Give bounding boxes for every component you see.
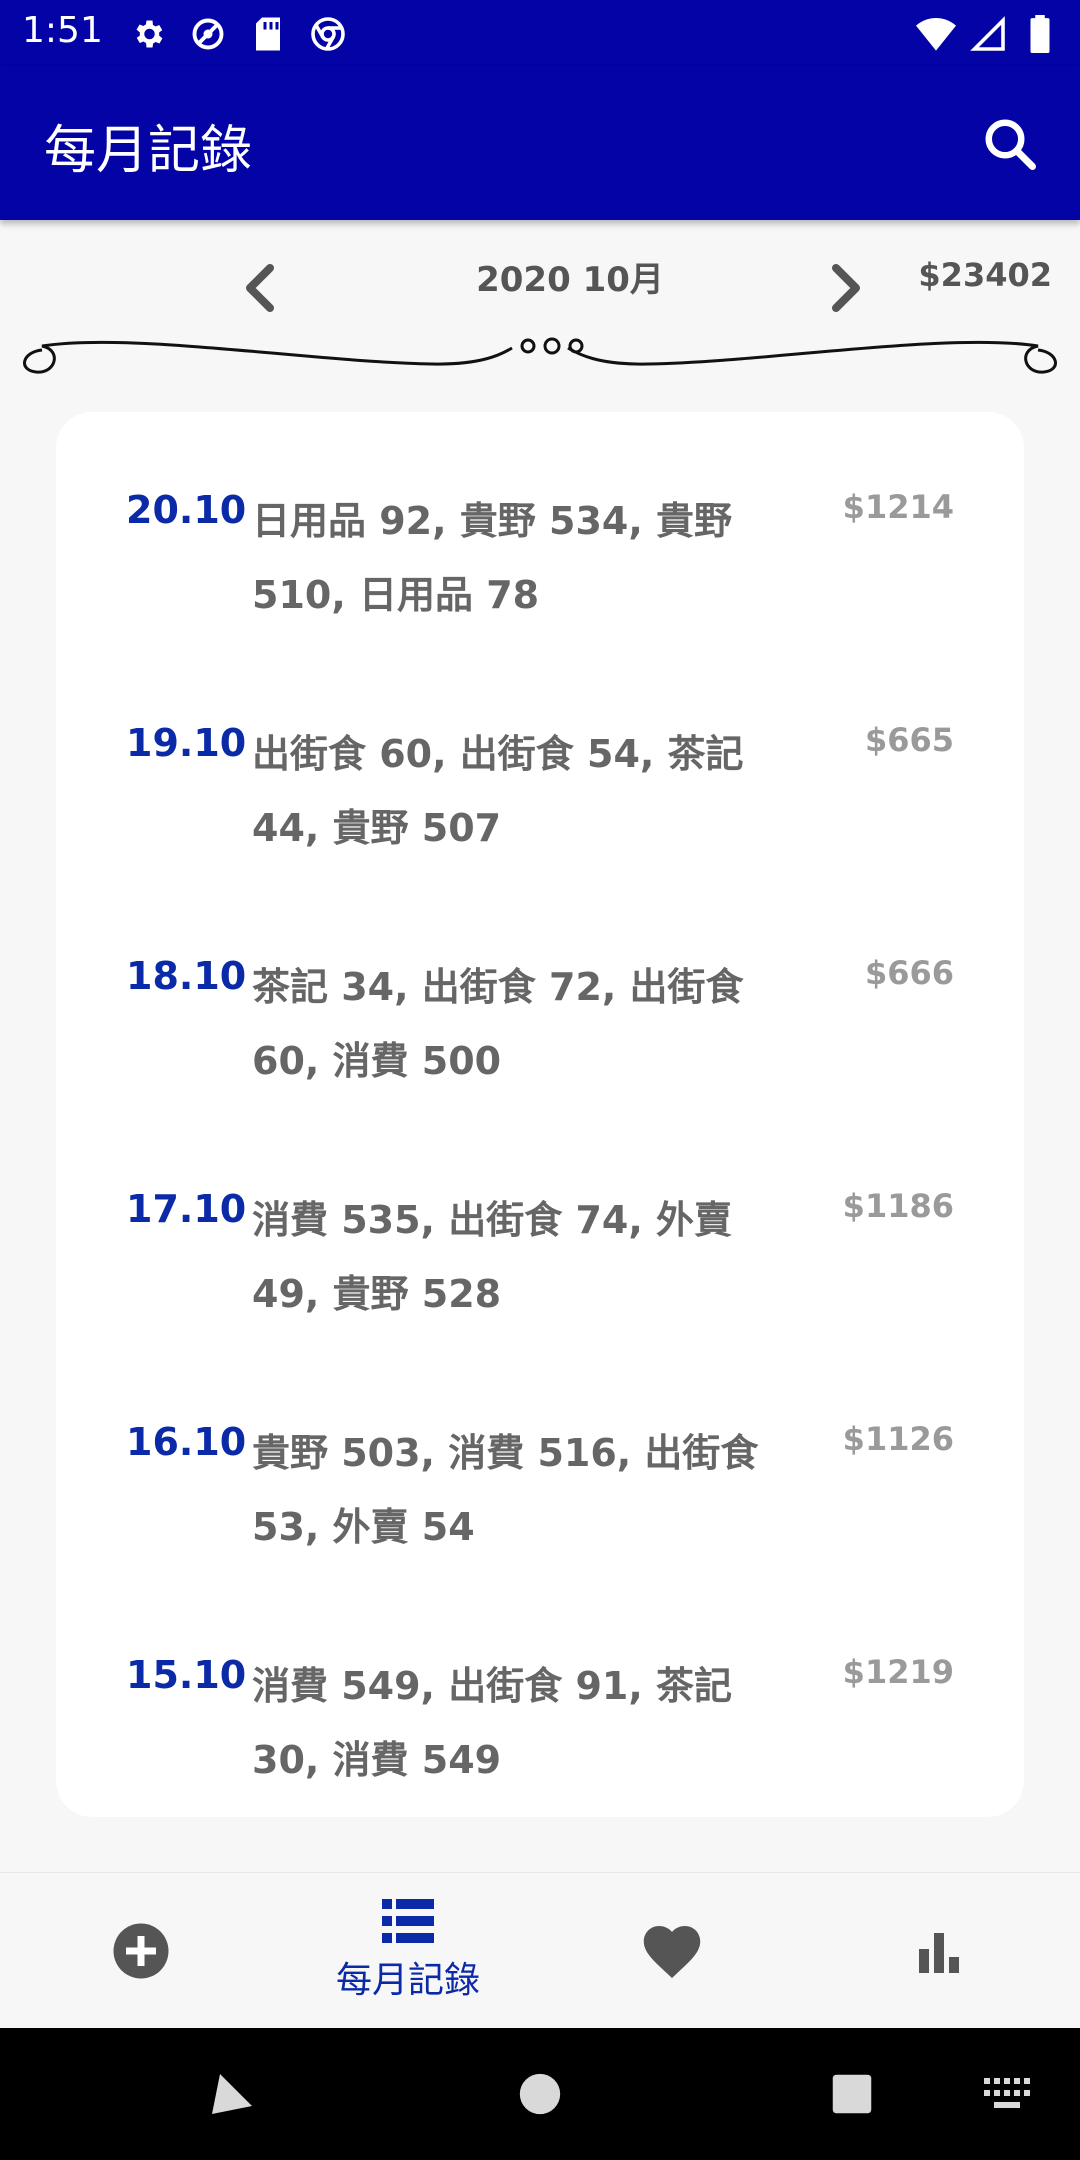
next-month-button[interactable] [826,260,866,316]
entry-date: 15.10 [126,1653,247,1697]
month-label: 2020 10月 [476,260,664,300]
settings-icon [128,14,168,54]
nav-favorites[interactable] [537,1873,807,2029]
search-icon[interactable] [980,114,1040,174]
month-header: 2020 10月 $23402 [0,220,1080,400]
add-circle-icon [113,1923,169,1979]
entry-amount: $1214 [842,488,954,526]
entry-date: 16.10 [126,1420,247,1464]
system-navigation-bar [0,2028,1080,2160]
recents-icon[interactable] [792,2028,912,2160]
entry-amount: $1219 [842,1653,954,1691]
list-item[interactable]: 18.10 茶記 34, 出街食 72, 出街食 60, 消費 500 $666 [56,894,1024,1126]
chrome-icon [308,14,348,54]
entry-amount: $665 [864,721,954,759]
list-item[interactable]: 20.10 日用品 92, 貴野 534, 貴野 510, 日用品 78 $12… [56,428,1024,660]
entry-amount: $1126 [842,1420,954,1458]
no-location-icon [188,14,228,54]
entry-items: 消費 549, 出街食 91, 茶記 30, 消費 549 [252,1664,732,1782]
keyboard-icon[interactable] [948,2028,1068,2160]
entry-date: 17.10 [126,1187,247,1231]
entry-date: 19.10 [126,721,247,765]
status-time: 1:51 [22,10,103,51]
status-bar: 1:51 [0,0,1080,66]
nav-add[interactable] [6,1873,276,2029]
records-card: 20.10 日用品 92, 貴野 534, 貴野 510, 日用品 78 $12… [56,412,1024,1817]
entry-date: 18.10 [126,954,247,998]
entry-items: 貴野 503, 消費 516, 出街食 53, 外賣 54 [252,1431,759,1549]
battery-icon [1020,14,1060,54]
list-item[interactable]: 19.10 出街食 60, 出街食 54, 茶記 44, 貴野 507 $665 [56,661,1024,893]
entry-items: 日用品 92, 貴野 534, 貴野 510, 日用品 78 [252,499,732,617]
entry-amount: $1186 [842,1187,954,1225]
list-icon [382,1899,434,1943]
entry-items: 消費 535, 出街食 74, 外賣 49, 貴野 528 [252,1198,732,1316]
nav-statistics[interactable] [804,1873,1074,2029]
list-item[interactable]: 16.10 貴野 503, 消費 516, 出街食 53, 外賣 54 $112… [56,1360,1024,1592]
app-bar: 每月記錄 [0,66,1080,220]
nav-monthly-records[interactable]: 每月記錄 [273,1873,543,2029]
previous-month-button[interactable] [240,260,280,316]
month-total: $23402 [918,256,1052,294]
entry-amount: $666 [864,954,954,992]
signal-icon [968,14,1008,54]
list-item[interactable]: 15.10 消費 549, 出街食 91, 茶記 30, 消費 549 $121… [56,1593,1024,1825]
wifi-icon [916,14,956,54]
bar-chart-icon [919,1933,959,1973]
entry-date: 20.10 [126,488,247,532]
sd-card-icon [248,14,288,54]
list-item[interactable]: 17.10 消費 535, 出街食 74, 外賣 49, 貴野 528 $118… [56,1127,1024,1359]
entry-items: 茶記 34, 出街食 72, 出街食 60, 消費 500 [252,965,744,1083]
bottom-navigation: 每月記錄 [0,1872,1080,2029]
nav-label: 每月記錄 [335,1960,480,2001]
entry-items: 出街食 60, 出街食 54, 茶記 44, 貴野 507 [252,732,744,850]
home-icon[interactable] [480,2028,600,2160]
back-icon[interactable] [172,2028,292,2160]
decorative-flourish [23,337,1057,374]
heart-icon [643,1925,701,1978]
page-title: 每月記錄 [44,121,253,181]
